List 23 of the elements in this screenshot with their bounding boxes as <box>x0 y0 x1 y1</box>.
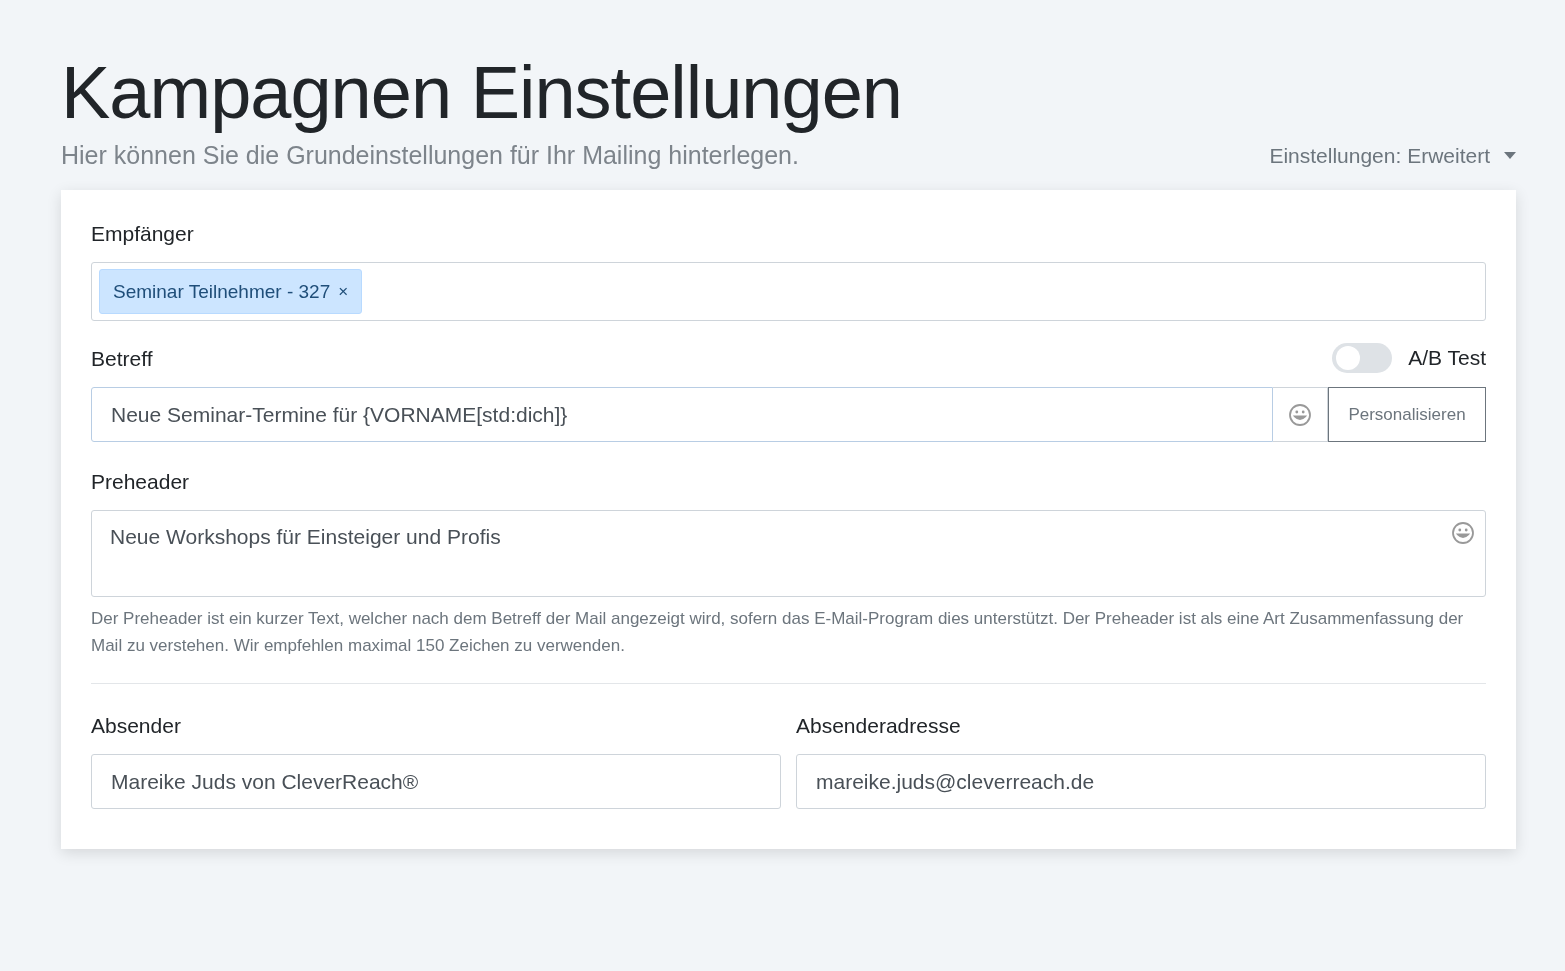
caret-icon <box>1504 152 1516 160</box>
ab-test-label: A/B Test <box>1408 346 1486 371</box>
subject-input[interactable]: Neue Seminar-Termine für {VORNAME[std:dich]} <box>91 387 1273 443</box>
ab-test-toggle[interactable] <box>1332 343 1393 374</box>
preheader-textarea[interactable]: Neue Workshops für Einsteiger und Profis <box>91 510 1486 598</box>
tag-label: Seminar Teilnehmer - 327 <box>113 280 331 303</box>
page-subtitle: Hier können Sie die Grundeinstellungen für Ihr Mailing hinterlegen. <box>61 141 799 171</box>
emoji-icon[interactable] <box>1288 402 1312 427</box>
help-text: Der Preheader ist ein kurzer Text, welcher nach dem Betreff der Mail angezeigt wird, sofern das E-Mail-Program dies unterstützt. Der Preheader ist als eine Art Zusammenfassung der Mail zu verstehen. Wir empfehlen maximal 150 Zeichen zu verwenden. <box>91 608 1465 658</box>
remove-tag-button[interactable]: × <box>338 281 349 302</box>
settings-dropdown[interactable]: Einstellungen: Erweitert <box>1269 143 1516 168</box>
emoji-icon[interactable] <box>1451 521 1475 546</box>
recipients-field[interactable]: Seminar Teilnehmer - 327 × <box>91 262 1486 322</box>
field-label: Preheader <box>91 470 191 495</box>
sender-address-input[interactable]: mareike.juds@cleverreach.de <box>796 754 1486 810</box>
preheader-text: Neue Workshops für Einsteiger und Profis <box>110 525 501 549</box>
field-label: Absender <box>91 714 182 739</box>
field-label: Empfänger <box>91 222 195 247</box>
field-label: Absenderadresse <box>796 714 962 739</box>
sender-name-input[interactable]: Mareike Juds von CleverReach® <box>91 754 781 810</box>
field-label: Betreff <box>91 347 153 372</box>
page-title: Kampagnen Einstellungen <box>61 52 903 134</box>
personalize-button[interactable]: Personalisieren <box>1328 387 1486 443</box>
